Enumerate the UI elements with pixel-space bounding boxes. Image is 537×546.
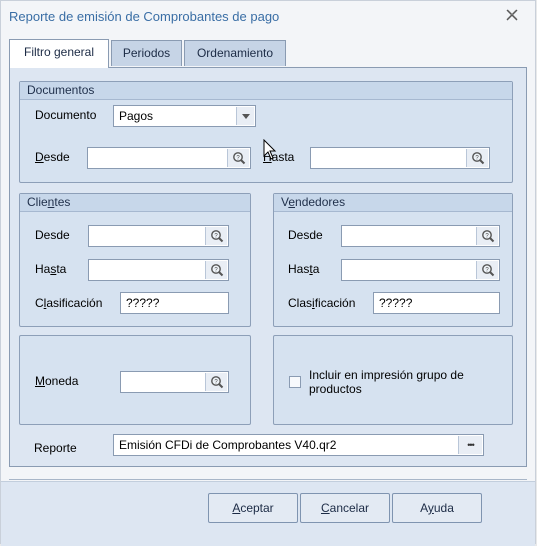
vendedores-desde-label: Desde: [288, 228, 323, 242]
vendedores-group-title: Vendedores: [274, 194, 512, 212]
tab-label: Periodos: [122, 46, 171, 60]
tab-periodos[interactable]: Periodos: [111, 40, 182, 66]
incluir-group: Incluir en impresión grupo de productos: [273, 335, 513, 425]
cancelar-label-rest: ancelar: [329, 501, 370, 515]
vendedores-clasificacion-input[interactable]: ?????: [373, 292, 500, 314]
documento-select[interactable]: Pagos: [113, 105, 256, 127]
documento-select-value: Pagos: [119, 109, 154, 123]
vendedores-hasta-label-part: Has: [288, 262, 310, 276]
report-dialog: Reporte de emisión de Comprobantes de pa…: [0, 0, 536, 546]
clientes-title-part: tes: [54, 195, 71, 209]
clientes-hasta-input[interactable]: ?: [88, 259, 229, 281]
vendedores-hasta-label-part: a: [312, 262, 320, 276]
clientes-clasificacion-label: Clasificación: [35, 296, 102, 310]
search-icon[interactable]: ?: [227, 149, 249, 167]
desde-label-mnemonic: D: [35, 150, 44, 164]
search-icon[interactable]: ?: [466, 149, 488, 167]
vendedores-clasificacion-label-part: ficación: [314, 296, 356, 310]
documentos-desde-input[interactable]: ?: [87, 147, 251, 169]
vendedores-hasta-input[interactable]: ?: [341, 259, 500, 281]
window-title: Reporte de emisión de Comprobantes de pa…: [9, 9, 280, 24]
cancelar-mnemonic: C: [320, 501, 330, 515]
documentos-group: Documentos Documento Pagos Desde ? Hasta…: [19, 81, 513, 183]
ayuda-label-part: uda: [433, 501, 454, 515]
vendedores-desde-input[interactable]: ?: [341, 225, 500, 247]
vendedores-clasificacion-label: Clasificación: [288, 296, 355, 310]
clientes-desde-label: Desde: [35, 228, 70, 242]
clientes-clasificacion-label-part: asificación: [46, 296, 103, 310]
more-icon[interactable]: •••: [458, 436, 482, 454]
clientes-title-part: Clie: [27, 195, 48, 209]
aceptar-button[interactable]: Aceptar: [208, 493, 298, 523]
vendedores-clasificacion-value: ?????: [379, 296, 413, 310]
vendedores-title-part: ndedores: [295, 195, 346, 209]
clientes-hasta-label: Hasta: [35, 262, 66, 276]
search-icon[interactable]: ?: [205, 373, 227, 391]
tab-filtro-general[interactable]: Filtro general: [9, 39, 109, 68]
search-icon[interactable]: ?: [205, 261, 227, 279]
cancelar-button[interactable]: Cancelar: [300, 493, 390, 523]
clientes-clasificacion-value: ?????: [126, 296, 160, 310]
reporte-value: Emisión CFDi de Comprobantes V40.qr2: [119, 438, 337, 452]
close-icon[interactable]: [503, 7, 521, 25]
clientes-group-title: Clientes: [20, 194, 250, 212]
search-icon[interactable]: ?: [476, 261, 498, 279]
documentos-hasta-input[interactable]: ?: [310, 147, 490, 169]
reporte-label: Reporte: [34, 441, 77, 455]
clientes-clasificacion-label-part: C: [35, 296, 44, 310]
moneda-label-rest: oneda: [45, 374, 79, 388]
vendedores-hasta-label: Hasta: [288, 262, 319, 276]
tab-ordenamiento[interactable]: Ordenamiento: [184, 40, 286, 66]
desde-label: Desde: [35, 150, 70, 164]
vendedores-group: Vendedores Desde ? Hasta ? Clasificación…: [273, 193, 513, 327]
moneda-input[interactable]: ?: [120, 371, 229, 393]
moneda-label: Moneda: [35, 374, 78, 388]
aceptar-label-rest: ceptar: [240, 501, 274, 515]
clientes-hasta-label-part: Ha: [35, 262, 51, 276]
tab-label: Filtro general: [23, 45, 95, 59]
chevron-down-icon[interactable]: [236, 107, 254, 125]
title-bar: Reporte de emisión de Comprobantes de pa…: [1, 1, 535, 33]
incluir-grupo-label: Incluir en impresión grupo de productos: [309, 368, 464, 396]
clientes-hasta-label-part: ta: [56, 262, 67, 276]
clientes-clasificacion-input[interactable]: ?????: [120, 292, 229, 314]
reporte-input[interactable]: Emisión CFDi de Comprobantes V40.qr2 •••: [113, 434, 484, 456]
documentos-group-title: Documentos: [20, 82, 512, 100]
clientes-group: Clientes Desde ? Hasta ? Clasificación ?…: [19, 193, 251, 327]
desde-label-rest: esde: [43, 150, 70, 164]
vendedores-clasificacion-label-part: Clas: [288, 296, 313, 310]
moneda-label-mnemonic: M: [35, 374, 45, 388]
ayuda-label-part: A: [420, 501, 428, 515]
moneda-group: Moneda ?: [19, 335, 251, 425]
mouse-cursor-icon: [263, 138, 277, 164]
incluir-grupo-checkbox[interactable]: [289, 376, 301, 388]
documento-label: Documento: [35, 108, 97, 122]
tab-strip: Filtro general Periodos Ordenamiento: [9, 39, 529, 68]
search-icon[interactable]: ?: [476, 227, 498, 245]
tab-label: Ordenamiento: [196, 46, 274, 60]
clientes-desde-input[interactable]: ?: [88, 225, 229, 247]
ayuda-button[interactable]: Ayuda: [392, 493, 482, 523]
search-icon[interactable]: ?: [205, 227, 227, 245]
more-dots: •••: [467, 440, 475, 450]
separator: [9, 479, 527, 480]
